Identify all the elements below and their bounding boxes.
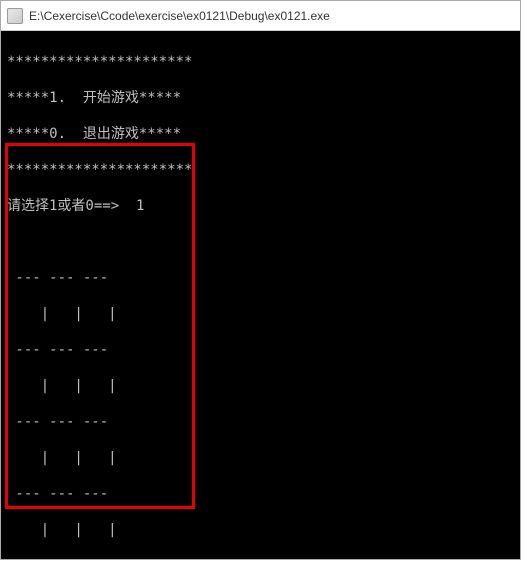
menu-border: ********************** <box>7 53 514 71</box>
menu-border: ********************** <box>7 161 514 179</box>
board-hline: --- --- --- <box>7 269 514 287</box>
app-icon <box>7 8 23 24</box>
prompt-line: 请选择1或者0==> 1 <box>7 197 514 215</box>
board-vline: | | | <box>7 377 514 395</box>
board-hline: --- --- --- <box>7 485 514 503</box>
window-title: E:\Cexercise\Ccode\exercise\ex0121\Debug… <box>29 9 330 23</box>
menu-item-start: *****1. 开始游戏***** <box>7 89 514 107</box>
board-hline: --- --- --- <box>7 341 514 359</box>
board-vline: | | | <box>7 305 514 323</box>
app-window: E:\Cexercise\Ccode\exercise\ex0121\Debug… <box>0 0 521 560</box>
board-vline: | | | <box>7 449 514 467</box>
titlebar[interactable]: E:\Cexercise\Ccode\exercise\ex0121\Debug… <box>1 1 520 31</box>
board-hline: --- --- --- <box>7 557 514 559</box>
console-output[interactable]: ********************** *****1. 开始游戏*****… <box>1 31 520 559</box>
board-hline: --- --- --- <box>7 413 514 431</box>
board-vline: | | | <box>7 521 514 539</box>
blank-line <box>7 233 514 251</box>
menu-item-exit: *****0. 退出游戏***** <box>7 125 514 143</box>
